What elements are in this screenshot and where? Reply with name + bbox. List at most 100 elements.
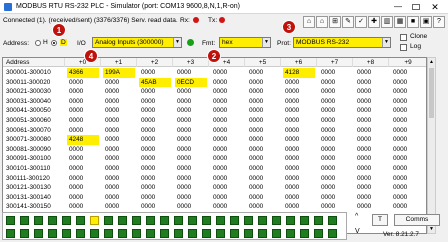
coil-indicator[interactable] — [174, 229, 183, 238]
register-cell[interactable]: 0000 — [355, 164, 387, 174]
register-cell[interactable]: 4366 — [67, 68, 99, 78]
register-cell[interactable]: 0000 — [67, 202, 99, 212]
register-cell[interactable]: 0000 — [103, 183, 135, 193]
home-alt-icon[interactable]: ⌂ — [316, 16, 328, 28]
register-cell[interactable]: 0000 — [67, 87, 99, 97]
register-cell[interactable]: 0000 — [175, 174, 207, 184]
vertical-scrollbar[interactable]: ▲ ▼ — [427, 57, 436, 234]
register-cell[interactable]: 0000 — [319, 164, 351, 174]
coil-indicator[interactable] — [188, 229, 197, 238]
register-cell[interactable]: 0000 — [319, 183, 351, 193]
register-cell[interactable]: 0000 — [211, 126, 243, 136]
coil-indicator[interactable] — [286, 229, 295, 238]
register-cell[interactable]: 0000 — [139, 87, 171, 97]
register-cell[interactable]: 0000 — [247, 164, 279, 174]
coil-indicator[interactable] — [20, 216, 29, 225]
register-cell[interactable]: 0000 — [247, 87, 279, 97]
register-cell[interactable]: 0000 — [175, 183, 207, 193]
coil-indicator[interactable] — [328, 216, 337, 225]
register-cell[interactable]: 0000 — [247, 174, 279, 184]
register-cell[interactable]: 0000 — [319, 78, 351, 88]
register-cell[interactable]: 0000 — [67, 164, 99, 174]
coil-indicator[interactable] — [104, 216, 113, 225]
register-cell[interactable]: 0000 — [139, 97, 171, 107]
register-cell[interactable]: 0000 — [103, 87, 135, 97]
stop-icon[interactable]: ■ — [407, 16, 419, 28]
register-cell[interactable]: 0000 — [247, 202, 279, 212]
register-cell[interactable]: 4248 — [67, 135, 99, 145]
register-cell[interactable]: 0000 — [391, 97, 426, 107]
register-cell[interactable]: 0000 — [283, 183, 315, 193]
coil-indicator[interactable] — [244, 229, 253, 238]
register-cell[interactable]: 0000 — [67, 174, 99, 184]
format-select[interactable]: hex ▼ — [219, 37, 271, 48]
register-cell[interactable]: 0000 — [247, 193, 279, 203]
register-cell[interactable]: 0000 — [67, 193, 99, 203]
register-cell[interactable]: 0000 — [211, 193, 243, 203]
check-icon[interactable]: ✓ — [355, 16, 367, 28]
register-cell[interactable]: 0000 — [175, 193, 207, 203]
register-cell[interactable]: 0000 — [319, 193, 351, 203]
coil-indicator[interactable] — [202, 229, 211, 238]
register-cell[interactable]: 0000 — [355, 116, 387, 126]
register-cell[interactable]: 0000 — [67, 78, 99, 88]
coil-indicator[interactable] — [48, 229, 57, 238]
register-cell[interactable]: 0000 — [103, 193, 135, 203]
clone-checkbox[interactable] — [400, 34, 407, 41]
register-cell[interactable]: 0000 — [103, 135, 135, 145]
register-cell[interactable]: 0000 — [139, 164, 171, 174]
coil-indicator[interactable] — [6, 216, 15, 225]
register-cell[interactable]: 0000 — [103, 106, 135, 116]
register-cell[interactable]: 0000 — [211, 106, 243, 116]
coil-indicator[interactable] — [160, 229, 169, 238]
coil-page-down-button[interactable]: V — [355, 228, 360, 235]
register-cell[interactable]: 0000 — [391, 135, 426, 145]
register-cell[interactable]: 0000 — [211, 78, 243, 88]
register-cell[interactable]: 0000 — [103, 78, 135, 88]
register-cell[interactable]: 0000 — [211, 183, 243, 193]
log-checkbox[interactable] — [400, 44, 407, 51]
register-cell[interactable]: 0000 — [319, 202, 351, 212]
register-cell[interactable]: 45AB — [139, 77, 171, 88]
register-cell[interactable]: 0000 — [175, 87, 207, 97]
register-cell[interactable]: 0000 — [175, 145, 207, 155]
minimize-button[interactable]: — — [392, 2, 404, 12]
register-cell[interactable]: 0000 — [247, 126, 279, 136]
register-cell[interactable]: 0000 — [391, 154, 426, 164]
register-cell[interactable]: 0000 — [283, 174, 315, 184]
register-cell[interactable]: 0000 — [211, 135, 243, 145]
window-icon[interactable]: ⊞ — [329, 16, 341, 28]
edit-icon[interactable]: ✎ — [342, 16, 354, 28]
grid-icon[interactable]: ▦ — [394, 16, 406, 28]
register-cell[interactable]: 0000 — [175, 97, 207, 107]
coil-indicator[interactable] — [230, 229, 239, 238]
coil-indicator[interactable] — [76, 216, 85, 225]
coil-indicator[interactable] — [216, 229, 225, 238]
scroll-thumb[interactable] — [429, 68, 434, 118]
register-cell[interactable]: 0000 — [175, 106, 207, 116]
register-cell[interactable]: 0000 — [211, 68, 243, 78]
register-cell[interactable]: 0000 — [175, 135, 207, 145]
register-cell[interactable]: 0000 — [283, 193, 315, 203]
coil-indicator[interactable] — [34, 216, 43, 225]
register-cell[interactable]: 0000 — [391, 164, 426, 174]
register-cell[interactable]: 0000 — [175, 202, 207, 212]
register-cell[interactable]: 0000 — [139, 183, 171, 193]
register-cell[interactable]: 0000 — [103, 174, 135, 184]
register-cell[interactable]: 0ECD — [175, 77, 207, 88]
register-cell[interactable]: 0000 — [391, 183, 426, 193]
coil-indicator[interactable] — [48, 216, 57, 225]
coil-indicator[interactable] — [132, 229, 141, 238]
register-cell[interactable]: 0000 — [175, 68, 207, 78]
register-cell[interactable]: 0000 — [211, 202, 243, 212]
coil-indicator[interactable] — [174, 216, 183, 225]
coil-indicator[interactable] — [286, 216, 295, 225]
register-cell[interactable]: 0000 — [67, 97, 99, 107]
register-cell[interactable]: 0000 — [139, 145, 171, 155]
register-cell[interactable]: 0000 — [355, 78, 387, 88]
register-cell[interactable]: 0000 — [283, 135, 315, 145]
register-cell[interactable]: 0000 — [139, 193, 171, 203]
coil-indicator[interactable] — [202, 216, 211, 225]
decimal-address-radio[interactable] — [51, 40, 57, 46]
register-cell[interactable]: 0000 — [103, 164, 135, 174]
